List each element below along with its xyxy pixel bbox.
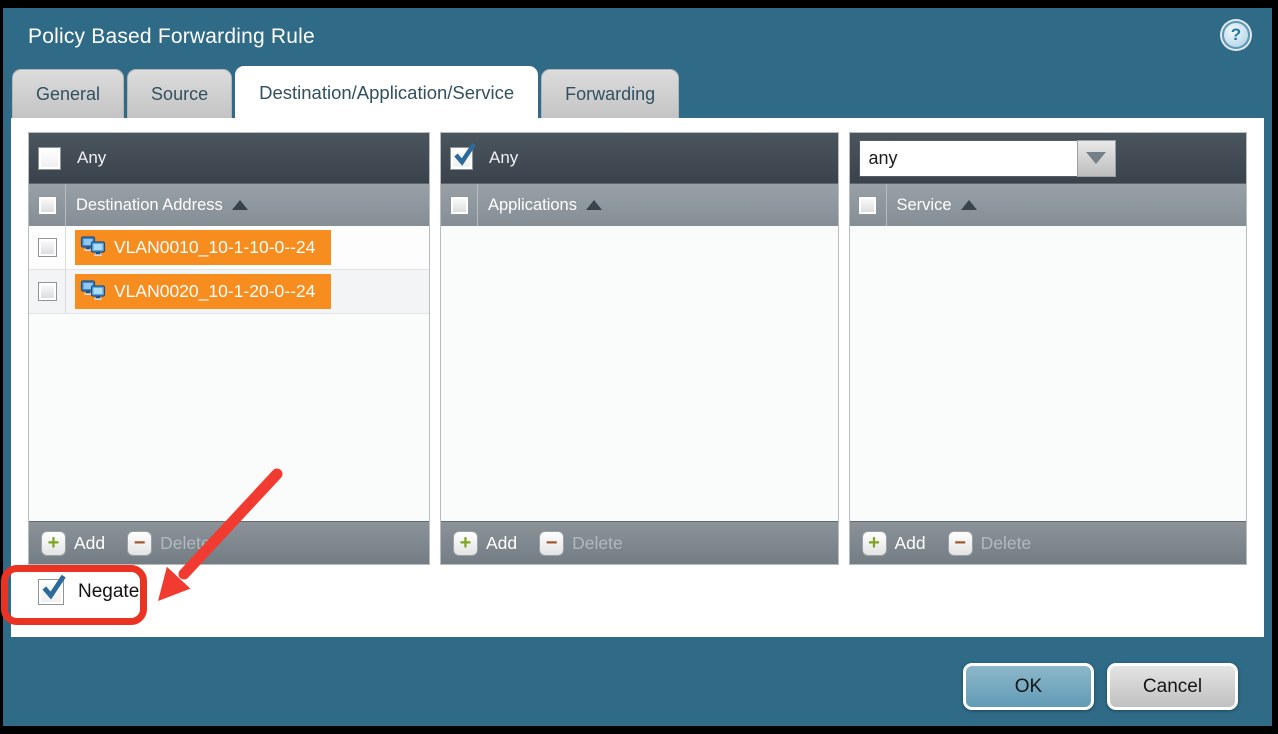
action-bar: OK Cancel <box>3 635 1272 726</box>
delete-button[interactable]: − Delete <box>127 531 211 556</box>
destination-select-all-cell <box>29 184 66 226</box>
delete-minus-icon: − <box>539 531 564 556</box>
service-dropdown-header: any <box>850 133 1247 183</box>
tab-forwarding[interactable]: Forwarding <box>541 69 679 119</box>
add-plus-icon: + <box>862 531 887 556</box>
dialog-title: Policy Based Forwarding Rule <box>28 25 315 49</box>
selector-columns: Any Destination Address <box>28 132 1247 565</box>
row-checkbox[interactable] <box>38 238 57 257</box>
delete-button[interactable]: − Delete <box>948 531 1032 556</box>
address-object[interactable]: VLAN0020_10-1-20-0--24 <box>75 274 331 309</box>
applications-select-all-cell <box>441 184 478 226</box>
applications-panel: Any Applications + Add <box>440 132 839 565</box>
ok-button[interactable]: OK <box>963 663 1094 710</box>
add-button[interactable]: + Add <box>862 531 926 556</box>
service-dropdown-button[interactable] <box>1077 140 1116 177</box>
delete-minus-icon: − <box>127 531 152 556</box>
service-dropdown-value[interactable]: any <box>859 140 1077 177</box>
delete-minus-icon: − <box>948 531 973 556</box>
service-list <box>850 226 1247 521</box>
row-checkbox[interactable] <box>38 282 57 301</box>
add-plus-icon: + <box>453 531 478 556</box>
applications-toolbar: + Add − Delete <box>441 521 838 564</box>
sort-ascending-icon <box>586 200 602 210</box>
add-button[interactable]: + Add <box>453 531 517 556</box>
negate-checkbox[interactable] <box>38 579 64 605</box>
service-column-title: Service <box>897 196 977 215</box>
applications-any-header: Any <box>441 133 838 183</box>
service-toolbar: + Add − Delete <box>850 521 1247 564</box>
negate-label: Negate <box>78 581 139 603</box>
negate-row: Negate <box>38 579 139 605</box>
title-bar: Policy Based Forwarding Rule ? <box>3 8 1272 68</box>
destination-any-header: Any <box>29 133 429 183</box>
address-group-icon <box>80 235 107 260</box>
policy-based-forwarding-dialog: Policy Based Forwarding Rule ? General S… <box>3 8 1272 726</box>
applications-select-all-checkbox[interactable] <box>450 196 469 215</box>
checkmark-icon <box>41 574 67 602</box>
tab-bar: General Source Destination/Application/S… <box>12 66 679 119</box>
service-dropdown[interactable]: any <box>859 140 1116 177</box>
service-select-all-checkbox[interactable] <box>858 196 877 215</box>
chevron-down-icon <box>1086 152 1106 164</box>
table-row[interactable]: VLAN0020_10-1-20-0--24 <box>29 270 429 314</box>
add-plus-icon: + <box>41 531 66 556</box>
destination-any-label: Any <box>77 148 106 168</box>
tab-general[interactable]: General <box>12 69 124 119</box>
cancel-button[interactable]: Cancel <box>1107 663 1238 710</box>
destination-toolbar: + Add − Delete <box>29 521 429 564</box>
tab-destination-application-service[interactable]: Destination/Application/Service <box>235 66 538 119</box>
destination-column-title: Destination Address <box>76 196 248 215</box>
delete-button[interactable]: − Delete <box>539 531 623 556</box>
destination-select-all-checkbox[interactable] <box>38 196 57 215</box>
destination-column-header[interactable]: Destination Address <box>29 183 429 226</box>
service-column-header[interactable]: Service <box>850 183 1247 226</box>
tab-source[interactable]: Source <box>127 69 232 119</box>
applications-any-checkbox[interactable] <box>450 147 473 170</box>
address-group-icon <box>80 279 107 304</box>
destination-list: VLAN0010_10-1-10-0--24 <box>29 226 429 521</box>
add-button[interactable]: + Add <box>41 531 105 556</box>
service-panel: any Service <box>849 132 1248 565</box>
address-object[interactable]: VLAN0010_10-1-10-0--24 <box>75 230 331 265</box>
checkmark-icon <box>453 142 477 168</box>
help-icon[interactable]: ? <box>1222 21 1250 49</box>
tab-content: Any Destination Address <box>11 118 1264 637</box>
service-select-all-cell <box>850 184 887 226</box>
applications-list <box>441 226 838 521</box>
sort-ascending-icon <box>232 200 248 210</box>
applications-column-header[interactable]: Applications <box>441 183 838 226</box>
sort-ascending-icon <box>961 200 977 210</box>
applications-any-label: Any <box>489 148 518 168</box>
destination-address-panel: Any Destination Address <box>28 132 430 565</box>
applications-column-title: Applications <box>488 196 602 215</box>
table-row[interactable]: VLAN0010_10-1-10-0--24 <box>29 226 429 270</box>
destination-any-checkbox[interactable] <box>38 147 61 170</box>
